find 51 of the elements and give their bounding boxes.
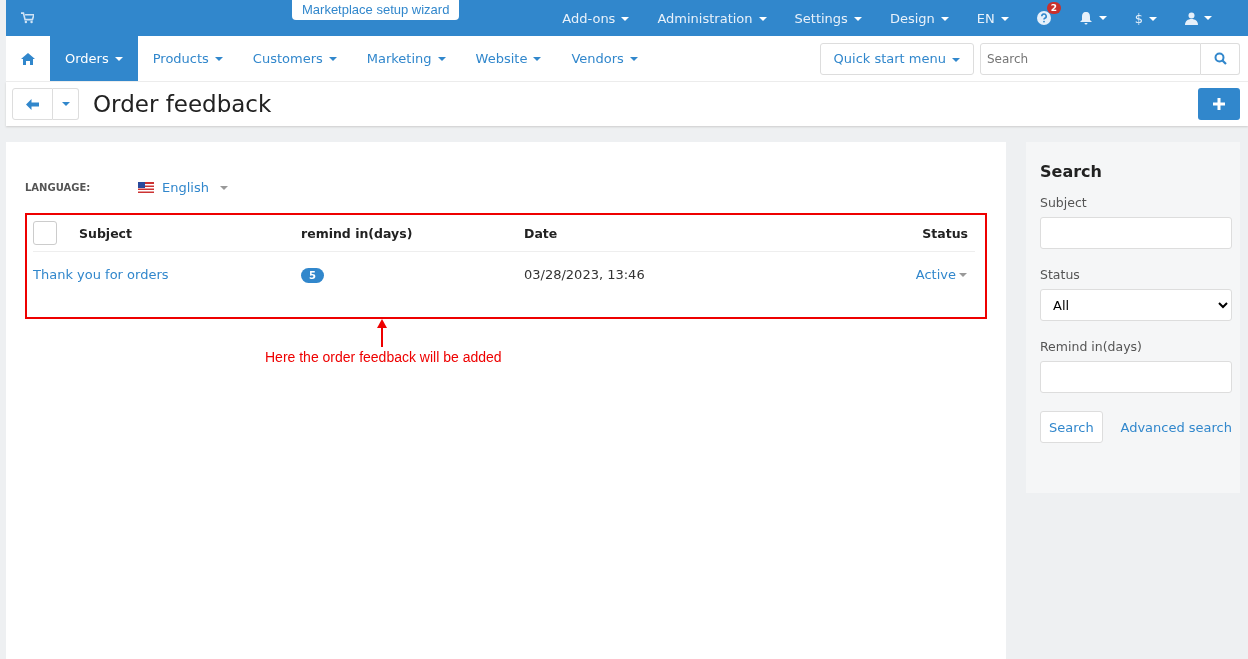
flag-icon bbox=[138, 182, 154, 193]
search-field[interactable]: Search bbox=[980, 42, 1201, 75]
days-badge: 5 bbox=[301, 267, 324, 283]
plus-icon bbox=[1213, 98, 1225, 110]
input-field[interactable] bbox=[1040, 217, 1232, 249]
add-button[interactable] bbox=[1198, 88, 1240, 120]
top-menu-item[interactable]: Add-ons bbox=[548, 10, 644, 26]
currency-menu[interactable]: $ bbox=[1120, 10, 1171, 26]
back-arrow-icon bbox=[26, 98, 39, 110]
column-header: Date bbox=[524, 225, 559, 241]
column-header: remind in(days) bbox=[301, 225, 414, 241]
nav-tab[interactable]: Customers bbox=[237, 36, 352, 81]
date-cell-text: 03/28/2023, 13:46 bbox=[524, 266, 646, 282]
language-selector[interactable]: English bbox=[138, 180, 228, 195]
page-title: Order feedback bbox=[93, 91, 272, 117]
cart-icon[interactable] bbox=[21, 12, 34, 24]
nav-tab[interactable]: Vendors bbox=[556, 36, 653, 81]
input-field[interactable] bbox=[1040, 361, 1232, 393]
notification-badge: 2 bbox=[1046, 2, 1061, 14]
status-select[interactable]: All bbox=[1040, 289, 1232, 321]
back-button[interactable] bbox=[12, 88, 53, 120]
nav-tab[interactable]: Orders bbox=[50, 36, 138, 81]
select-all-checkbox[interactable] bbox=[33, 221, 57, 245]
search-icon bbox=[1213, 52, 1227, 65]
field-label: Status bbox=[1040, 267, 1081, 282]
field-label: Remind in(days) bbox=[1040, 339, 1143, 354]
help-icon[interactable] bbox=[1036, 11, 1051, 25]
advanced-search-link[interactable]: Advanced search bbox=[1120, 419, 1232, 435]
column-header: Subject bbox=[79, 225, 133, 241]
status-dropdown[interactable]: Active bbox=[915, 266, 967, 282]
top-menu-item[interactable]: Settings bbox=[780, 10, 876, 26]
nav-tab[interactable]: Products bbox=[137, 36, 238, 81]
setup-wizard-button[interactable]: Marketplace setup wizard bbox=[292, 0, 460, 20]
dropdown-button[interactable] bbox=[53, 88, 79, 120]
column-header: Status bbox=[921, 225, 969, 241]
home-icon bbox=[21, 52, 35, 65]
search-button[interactable] bbox=[1201, 42, 1240, 75]
quick-start-menu-button[interactable]: Quick start menu bbox=[819, 42, 974, 75]
bell-icon[interactable] bbox=[1078, 11, 1093, 25]
top-menu-item[interactable]: EN bbox=[962, 10, 1023, 26]
subject-link[interactable]: Thank you for orders bbox=[33, 266, 169, 282]
top-menu-item[interactable]: Design bbox=[875, 10, 963, 26]
search-button[interactable]: Search bbox=[1040, 411, 1103, 443]
nav-tab[interactable]: Marketing bbox=[351, 36, 461, 81]
user-icon[interactable] bbox=[1185, 11, 1198, 25]
annotation-text: Here the order feedback will be added bbox=[265, 349, 502, 365]
language-label: LANGUAGE: bbox=[25, 182, 92, 193]
top-menu-item[interactable]: Administration bbox=[643, 10, 781, 26]
nav-tab[interactable]: Website bbox=[460, 36, 557, 81]
sidebar-title: Search bbox=[1040, 162, 1103, 181]
field-label: Subject bbox=[1040, 195, 1088, 210]
